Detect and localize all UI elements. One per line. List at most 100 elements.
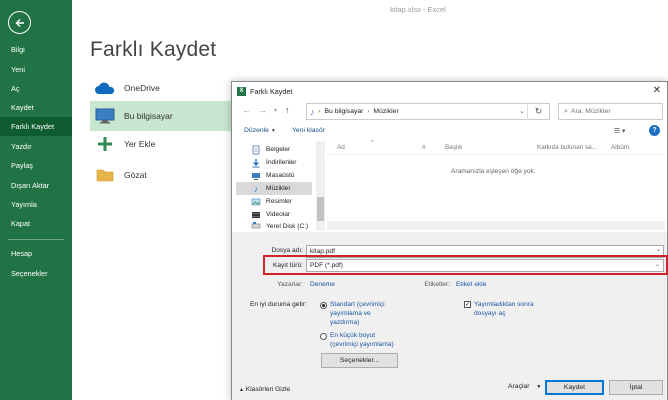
breadcrumb-root[interactable]: Bu bilgisayar — [325, 108, 364, 115]
column-name[interactable]: Ad — [337, 144, 345, 151]
nav-item-account[interactable]: Hesap — [0, 244, 72, 263]
file-list: Ad ^ # Başlık Katkıda bulunan sa... Albü… — [327, 140, 665, 231]
tree-item-downloads[interactable]: İndirilenler — [236, 156, 312, 169]
nav-item-share[interactable]: Paylaş — [0, 156, 72, 175]
dialog-title: Farklı Kaydet — [250, 86, 293, 96]
documents-icon — [250, 145, 262, 155]
page-title: Farklı Kaydet — [90, 38, 217, 61]
search-icon: ⌕ — [564, 107, 568, 115]
search-input[interactable] — [570, 108, 661, 115]
tree-scrollbar[interactable] — [316, 141, 325, 231]
breadcrumb-separator-icon: › — [318, 108, 321, 115]
tree-item-pictures[interactable]: Resimler — [236, 195, 312, 208]
nav-item-info[interactable]: Bilgi — [0, 40, 72, 59]
dialog-titlebar[interactable]: X Farklı Kaydet ✕ — [232, 82, 667, 100]
tree-scrollbar-thumb[interactable] — [317, 197, 324, 221]
nav-item-save-as[interactable]: Farklı Kaydet — [0, 117, 72, 136]
chevron-down-icon: ⌄ — [654, 262, 660, 268]
chevron-down-icon: ▼ — [536, 384, 542, 390]
filename-dropdown-chevron-icon[interactable]: ⌄ — [656, 246, 661, 253]
drive-icon — [250, 221, 262, 231]
excel-app-icon: X — [237, 86, 246, 96]
column-album[interactable]: Albüm — [611, 144, 629, 151]
desktop-icon — [250, 171, 262, 181]
dialog-nav-row: ← → ▾ ↑ ♪ › Bu bilgisayar › Müzikler ⌄ ↻… — [232, 101, 667, 123]
dialog-body: Belgeler İndirilenler Masaüstü ♪ Müzikle… — [232, 140, 667, 231]
backstage-nav: Bilgi Yeni Aç Kaydet Farklı Kaydet Yazdı… — [0, 0, 72, 400]
breadcrumb-separator-icon: › — [367, 108, 370, 115]
back-button[interactable] — [8, 11, 31, 34]
location-add-place[interactable]: Yer Ekle — [90, 129, 234, 159]
address-bar[interactable]: ♪ › Bu bilgisayar › Müzikler ⌄ ↻ — [306, 103, 550, 120]
authors-label: Yazarlar: — [277, 281, 303, 288]
nav-item-print[interactable]: Yazdır — [0, 137, 72, 156]
hide-folders-toggle[interactable]: ▲ Klasörleri Gizle — [239, 386, 290, 393]
nav-item-options[interactable]: Seçenekler — [0, 264, 72, 283]
column-album-artist[interactable]: Katkıda bulunan sa... — [537, 144, 597, 151]
tags-value[interactable]: Etiket ekle — [456, 281, 486, 288]
refresh-icon[interactable]: ↻ — [527, 103, 549, 120]
save-button[interactable]: Kaydet — [545, 380, 604, 395]
help-icon[interactable]: ? — [649, 125, 660, 136]
folder-icon — [92, 164, 118, 186]
back-nav-button[interactable]: ← — [242, 105, 251, 115]
column-number[interactable]: # — [422, 144, 426, 151]
downloads-icon — [250, 158, 262, 168]
tree-item-desktop[interactable]: Masaüstü — [236, 169, 312, 182]
optimize-minimum-label[interactable]: En küçük boyut (çevrimiçi yayımlama) — [330, 331, 400, 349]
nav-item-publish[interactable]: Yayımla — [0, 195, 72, 214]
open-after-publish-checkbox[interactable]: ✓ — [464, 301, 471, 308]
tree-item-local-disk[interactable]: Yerel Disk (C:) — [236, 221, 312, 231]
nav-item-close[interactable]: Kapat — [0, 214, 72, 233]
breadcrumb-folder[interactable]: Müzikler — [373, 108, 398, 115]
folder-tree: Belgeler İndirilenler Masaüstü ♪ Müzikle… — [236, 141, 325, 231]
videos-icon — [250, 210, 262, 220]
dialog-toolbar: Düzenle ▼ Yeni klasör ☰ ▾ ? — [232, 124, 667, 140]
filetype-label: Kayıt türü: — [272, 262, 303, 269]
search-box[interactable]: ⌕ — [558, 103, 663, 120]
optimize-minimum-radio[interactable] — [320, 333, 327, 340]
up-folder-button[interactable]: ↑ — [285, 105, 290, 115]
tree-item-videos[interactable]: Videolar — [236, 208, 312, 221]
filetype-select[interactable]: PDF (*.pdf) ⌄ — [306, 259, 664, 272]
nav-item-export[interactable]: Dışarı Aktar — [0, 176, 72, 195]
location-onedrive[interactable]: OneDrive — [90, 73, 234, 103]
options-button[interactable]: Seçenekler... — [321, 353, 398, 368]
view-options-icon[interactable]: ☰ ▾ — [614, 127, 625, 135]
computer-icon — [92, 105, 118, 127]
optimize-standard-label[interactable]: Standart (çevrimiçi yayımlama ve yazdırm… — [330, 300, 400, 327]
onedrive-cloud-icon — [92, 77, 118, 99]
location-label: OneDrive — [124, 83, 160, 93]
nav-item-save[interactable]: Kaydet — [0, 98, 72, 117]
recent-locations-chevron-icon[interactable]: ▾ — [274, 107, 277, 114]
nav-item-open[interactable]: Aç — [0, 79, 72, 98]
music-icon: ♪ — [253, 183, 259, 194]
forward-nav-button[interactable]: → — [258, 105, 267, 115]
tools-dropdown[interactable]: Araçlar ▼ — [508, 383, 541, 390]
organize-button[interactable]: Düzenle ▼ — [244, 127, 276, 134]
tags-label: Etiketler: — [424, 281, 450, 288]
location-browse[interactable]: Gözat — [90, 160, 234, 190]
music-note-icon: ♪ — [310, 106, 315, 117]
new-folder-button[interactable]: Yeni klasör — [292, 127, 325, 134]
dialog-bottom-area: Dosya adı: ⌄ Kayıt türü: PDF (*.pdf) ⌄ Y… — [232, 232, 668, 400]
authors-value[interactable]: Deneme — [310, 281, 335, 288]
tree-item-music[interactable]: ♪ Müzikler — [236, 182, 312, 195]
nav-item-new[interactable]: Yeni — [0, 60, 72, 79]
close-icon[interactable]: ✕ — [653, 85, 661, 96]
horizontal-scrollbar[interactable] — [327, 221, 665, 230]
pictures-icon — [250, 197, 262, 207]
optimize-standard-radio[interactable] — [320, 302, 327, 309]
location-this-pc[interactable]: Bu bilgisayar — [90, 101, 234, 131]
chevron-down-icon: ▼ — [270, 128, 276, 134]
address-history-chevron-icon[interactable]: ⌄ — [519, 107, 525, 115]
column-title[interactable]: Başlık — [445, 144, 462, 151]
cancel-button[interactable]: İptal — [609, 380, 663, 395]
column-header-row: Ad ^ # Başlık Katkıda bulunan sa... Albü… — [327, 140, 665, 155]
empty-message: Aramanızla eşleşen öğe yok. — [451, 168, 536, 175]
save-as-dialog: X Farklı Kaydet ✕ ← → ▾ ↑ ♪ › Bu bilgisa… — [231, 81, 668, 400]
tree-item-documents[interactable]: Belgeler — [236, 143, 312, 156]
sort-chevron-icon: ^ — [371, 140, 374, 146]
open-after-publish-label[interactable]: Yayımladıktan sonra dosyayı aç — [474, 300, 554, 318]
nav-divider — [8, 239, 64, 240]
